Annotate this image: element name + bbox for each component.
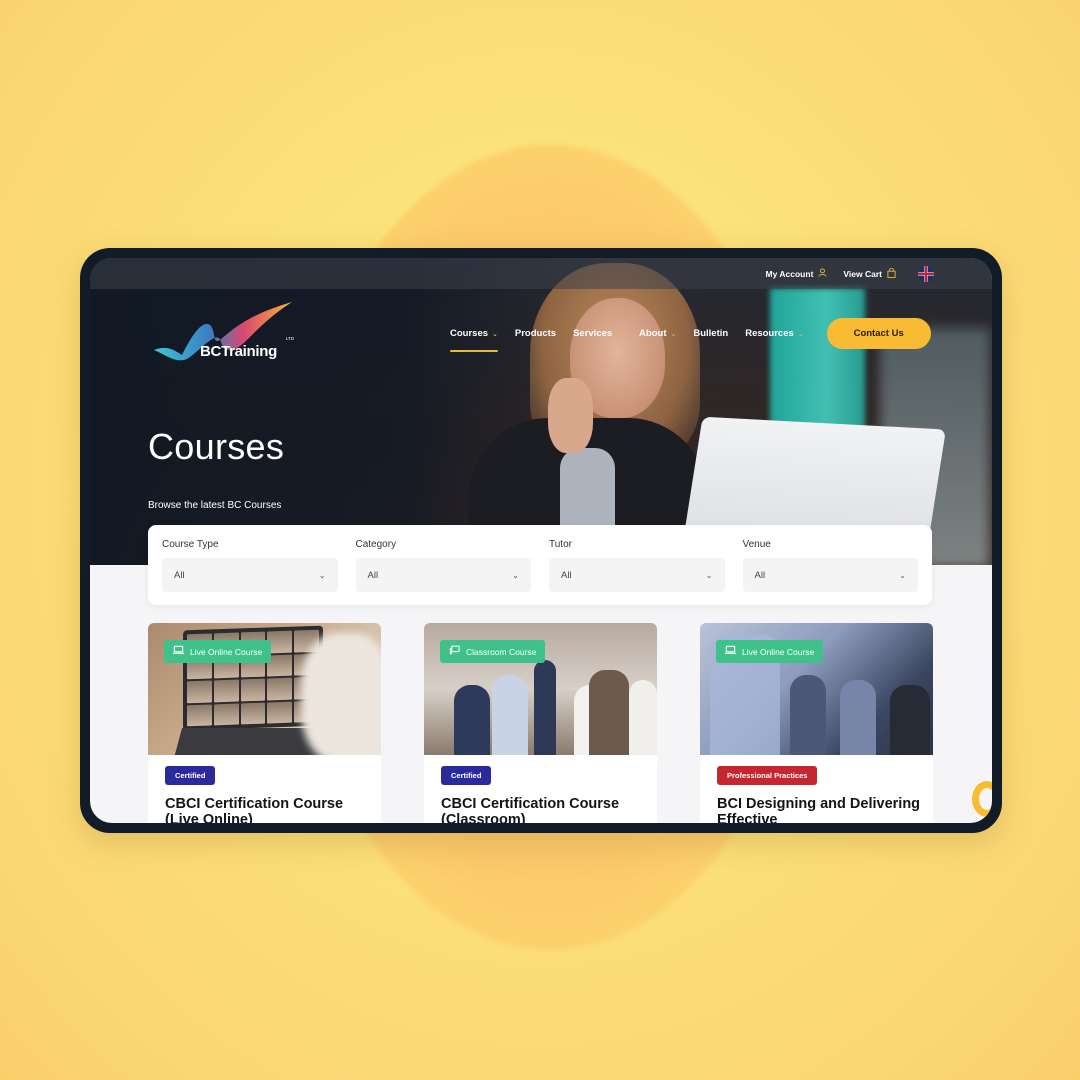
chevron-down-icon: ⌄ <box>899 570 906 580</box>
nav-products-label: Products <box>514 328 557 339</box>
course-image: Live Online Course <box>700 623 933 755</box>
course-card[interactable]: Live Online Course Certified CBCI Certif… <box>148 623 381 823</box>
image-person <box>790 675 826 755</box>
filter-label: Course Type <box>162 539 219 550</box>
course-format-label: Live Online Course <box>190 646 263 657</box>
course-title[interactable]: CBCI Certification Course (Classroom) <box>441 796 647 823</box>
presentation-icon <box>449 645 460 658</box>
filter-venue: Venue All ⌄ <box>742 537 918 593</box>
shopping-bag-icon <box>887 267 896 280</box>
nav-resources[interactable]: Resources ⌄ <box>745 323 803 345</box>
main-nav: Courses ⌄ Products Services ⌄ About ⌄ Bu… <box>450 318 931 352</box>
uk-flag-icon[interactable] <box>918 265 934 282</box>
chevron-down-icon: ⌄ <box>797 330 804 338</box>
image-person <box>840 680 876 755</box>
photo-person-hand <box>548 378 593 453</box>
course-format-tag: Live Online Course <box>716 640 824 663</box>
device-frame: My Account View Cart BCTraining LTD Cour… <box>80 248 1002 833</box>
chevron-down-icon: ⌄ <box>318 570 326 580</box>
view-cart-link[interactable]: View Cart <box>843 267 896 280</box>
course-card[interactable]: Classroom Course Certified CBCI Certific… <box>424 623 657 823</box>
course-filters: Course Type All ⌄ Category All ⌄ Tutor A… <box>148 525 932 605</box>
chevron-down-icon: ⌄ <box>670 330 677 338</box>
course-format-label: Classroom Course <box>466 646 537 657</box>
nav-about-label: About <box>639 328 667 339</box>
laptop-icon <box>173 645 184 658</box>
category-select[interactable]: All ⌄ <box>355 558 531 592</box>
laptop-icon <box>725 645 736 658</box>
hero-section: My Account View Cart BCTraining LTD Cour… <box>90 258 992 565</box>
course-format-tag: Live Online Course <box>164 640 272 663</box>
floating-action-button[interactable] <box>972 781 992 817</box>
course-format-label: Live Online Course <box>742 646 815 657</box>
user-icon <box>818 268 827 279</box>
course-image: Classroom Course <box>424 623 657 755</box>
filter-label: Tutor <box>549 539 572 550</box>
select-value: All <box>754 569 766 581</box>
image-person <box>589 670 629 755</box>
page-title: Courses <box>148 426 285 467</box>
course-badge: Certified <box>441 766 492 785</box>
course-badge: Certified <box>165 766 216 785</box>
course-badge: Professional Practices <box>717 766 818 785</box>
chevron-down-icon: ⌄ <box>616 330 623 338</box>
browser-screen: My Account View Cart BCTraining LTD Cour… <box>90 258 992 823</box>
image-person <box>629 680 657 755</box>
image-person-shoulder <box>301 633 381 755</box>
photo-teal-column <box>770 288 865 438</box>
venue-select[interactable]: All ⌄ <box>742 558 918 592</box>
chevron-down-icon: ⌄ <box>492 330 498 338</box>
course-type-select[interactable]: All ⌄ <box>162 558 338 592</box>
course-format-tag: Classroom Course <box>440 640 546 663</box>
nav-about[interactable]: About ⌄ <box>639 323 676 345</box>
brand-name: BCTraining <box>200 343 278 360</box>
chevron-down-icon: ⌄ <box>705 570 713 580</box>
my-account-link[interactable]: My Account <box>766 268 828 279</box>
image-person <box>454 685 490 755</box>
filter-label: Category <box>355 539 397 550</box>
filter-label: Venue <box>742 539 771 550</box>
view-cart-label: View Cart <box>843 268 882 279</box>
tutor-select[interactable]: All ⌄ <box>549 558 725 592</box>
contact-us-button[interactable]: Contact Us <box>826 318 931 349</box>
select-value: All <box>561 569 572 581</box>
select-value: All <box>174 569 185 581</box>
course-list: Live Online Course Certified CBCI Certif… <box>148 623 933 823</box>
course-card[interactable]: Live Online Course Professional Practice… <box>700 623 933 823</box>
nav-bulletin-label: Bulletin <box>693 328 729 339</box>
page-subtitle: Browse the latest BC Courses <box>148 500 282 511</box>
brand-suffix: LTD <box>286 336 295 341</box>
nav-resources-label: Resources <box>745 328 794 339</box>
filter-category: Category All ⌄ <box>355 537 531 593</box>
course-image: Live Online Course <box>148 623 381 755</box>
nav-products[interactable]: Products <box>515 323 556 345</box>
image-person <box>492 675 528 755</box>
nav-services[interactable]: Services ⌄ <box>573 323 622 345</box>
filter-course-type: Course Type All ⌄ <box>162 537 338 593</box>
image-person <box>534 660 556 755</box>
nav-courses[interactable]: Courses ⌄ <box>450 323 498 352</box>
nav-bulletin[interactable]: Bulletin <box>693 323 728 345</box>
select-value: All <box>367 569 379 581</box>
filter-tutor: Tutor All ⌄ <box>549 537 725 593</box>
my-account-label: My Account <box>765 268 814 279</box>
nav-services-label: Services <box>573 328 613 339</box>
course-title[interactable]: CBCI Certification Course (Live Online) <box>165 796 371 823</box>
utility-bar: My Account View Cart <box>90 258 992 289</box>
chevron-down-icon: ⌄ <box>512 570 519 580</box>
course-title[interactable]: BCI Designing and Delivering Effective <box>717 796 923 823</box>
nav-courses-label: Courses <box>450 328 489 339</box>
image-person <box>890 685 930 755</box>
